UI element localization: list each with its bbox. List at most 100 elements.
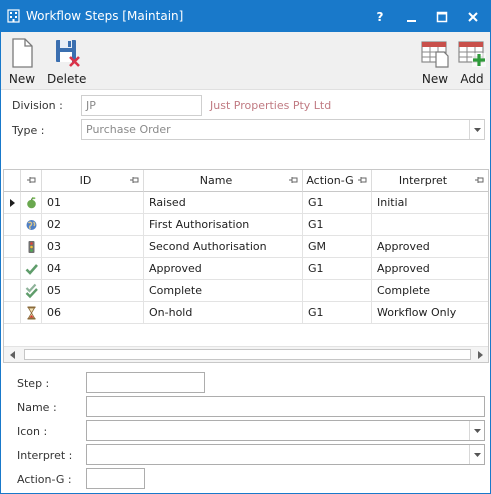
new-step-button[interactable]: New bbox=[420, 36, 450, 86]
pin-icon bbox=[289, 177, 298, 183]
row-indicator-cell bbox=[4, 302, 21, 324]
traffic-light-icon bbox=[28, 241, 35, 253]
name-label: Name : bbox=[17, 401, 57, 414]
cell-name: Second Authorisation bbox=[144, 236, 303, 258]
cell-id: 04 bbox=[42, 258, 144, 280]
table-row[interactable]: 06 On-hold G1 Workflow Only bbox=[4, 302, 488, 324]
action-g-label: Action-G : bbox=[17, 473, 72, 486]
delete-label: Delete bbox=[47, 72, 87, 86]
column-header-action-g[interactable]: Action-G bbox=[303, 170, 372, 192]
cell-id: 03 bbox=[42, 236, 144, 258]
row-indicator-cell bbox=[4, 236, 21, 258]
row-indicator-cell bbox=[4, 258, 21, 280]
type-dropdown-button[interactable] bbox=[469, 120, 484, 139]
cell-interpret: Workflow Only bbox=[372, 302, 488, 324]
chevron-down-icon bbox=[473, 452, 481, 457]
current-row-arrow-icon bbox=[10, 199, 15, 207]
check-icon bbox=[25, 264, 38, 275]
help-button[interactable]: ? bbox=[365, 1, 395, 32]
workflow-steps-window: Workflow Steps [Maintain] ? New Delete N… bbox=[0, 0, 491, 494]
table-row[interactable]: 05 Complete Complete bbox=[4, 280, 488, 302]
help-label: ? bbox=[376, 9, 384, 24]
interpret-label: Interpret : bbox=[17, 449, 73, 462]
step-field[interactable] bbox=[86, 372, 205, 393]
row-icon-cell bbox=[21, 236, 42, 258]
type-select[interactable]: Purchase Order bbox=[81, 119, 485, 140]
column-header-action-g-label: Action-G bbox=[306, 174, 354, 187]
scroll-thumb[interactable] bbox=[24, 349, 471, 360]
cell-id: 02 bbox=[42, 214, 144, 236]
building-icon bbox=[7, 9, 20, 23]
row-indicator-cell bbox=[4, 280, 21, 302]
cell-name: First Authorisation bbox=[144, 214, 303, 236]
scroll-right-button[interactable] bbox=[472, 347, 488, 362]
type-label: Type : bbox=[12, 124, 45, 137]
cell-action-g: G1 bbox=[303, 192, 372, 214]
column-header-interpret-label: Interpret bbox=[398, 174, 448, 187]
horizontal-scrollbar[interactable] bbox=[4, 346, 488, 362]
column-header-interpret[interactable]: Interpret bbox=[372, 170, 488, 192]
action-g-field[interactable] bbox=[86, 468, 145, 489]
chevron-right-icon bbox=[477, 350, 483, 359]
minimize-icon bbox=[407, 19, 416, 22]
maximize-icon bbox=[436, 11, 448, 22]
new-button[interactable]: New bbox=[7, 36, 37, 86]
name-field[interactable] bbox=[86, 396, 485, 417]
column-header-id-label: ID bbox=[79, 174, 92, 187]
table-row[interactable]: 03 Second Authorisation GM Approved bbox=[4, 236, 488, 258]
minimize-button[interactable] bbox=[397, 1, 427, 32]
cell-name: Approved bbox=[144, 258, 303, 280]
double-check-icon bbox=[25, 283, 38, 299]
hourglass-icon bbox=[27, 306, 36, 320]
icon-label: Icon : bbox=[17, 425, 48, 438]
close-icon bbox=[468, 11, 478, 22]
row-indicator-header bbox=[4, 170, 21, 192]
toolbar: New Delete New Add bbox=[1, 32, 490, 90]
cell-name: Complete bbox=[144, 280, 303, 302]
column-header-id[interactable]: ID bbox=[42, 170, 144, 192]
chevron-down-icon bbox=[473, 127, 481, 132]
scroll-left-button[interactable] bbox=[4, 347, 20, 362]
cell-action-g bbox=[303, 280, 372, 302]
division-label: Division : bbox=[12, 99, 63, 112]
cell-interpret: Complete bbox=[372, 280, 488, 302]
window-title: Workflow Steps [Maintain] bbox=[26, 9, 184, 23]
delete-button[interactable]: Delete bbox=[47, 36, 86, 86]
row-indicator-cell bbox=[4, 192, 21, 214]
title-bar: Workflow Steps [Maintain] ? bbox=[1, 1, 490, 32]
cell-interpret: Initial bbox=[372, 192, 488, 214]
cell-action-g: G1 bbox=[303, 214, 372, 236]
icon-select[interactable] bbox=[86, 420, 485, 441]
column-header-name[interactable]: Name bbox=[144, 170, 303, 192]
table-row[interactable]: 04 Approved G1 Approved bbox=[4, 258, 488, 280]
table-row[interactable]: 02 First Authorisation G1 bbox=[4, 214, 488, 236]
cell-action-g: G1 bbox=[303, 258, 372, 280]
type-value: Purchase Order bbox=[86, 123, 171, 136]
interpret-dropdown-button[interactable] bbox=[469, 445, 484, 464]
row-icon-cell bbox=[21, 258, 42, 280]
interpret-select[interactable] bbox=[86, 444, 485, 465]
row-indicator-cell bbox=[4, 214, 21, 236]
new-label: New bbox=[8, 72, 36, 86]
icon-dropdown-button[interactable] bbox=[469, 421, 484, 440]
division-value: JP bbox=[86, 99, 96, 112]
pin-icon bbox=[358, 177, 367, 183]
new-document-icon bbox=[12, 38, 33, 68]
table-row[interactable]: 01 Raised G1 Initial bbox=[4, 192, 488, 214]
step-label: Step : bbox=[17, 377, 50, 390]
chevron-left-icon bbox=[9, 350, 15, 359]
table-new-icon bbox=[421, 41, 449, 68]
cell-name: On-hold bbox=[144, 302, 303, 324]
close-button[interactable] bbox=[458, 1, 488, 32]
cell-interpret: Approved bbox=[372, 236, 488, 258]
floppy-delete-icon bbox=[55, 40, 80, 67]
cell-interpret: Approved bbox=[372, 258, 488, 280]
new-step-label: New bbox=[421, 72, 449, 86]
icon-column-header[interactable] bbox=[21, 170, 42, 192]
globe-icon bbox=[26, 220, 37, 230]
row-icon-cell bbox=[21, 214, 42, 236]
division-field[interactable]: JP bbox=[81, 95, 202, 116]
maximize-button[interactable] bbox=[427, 1, 457, 32]
chevron-down-icon bbox=[473, 428, 481, 433]
add-button[interactable]: Add bbox=[457, 36, 487, 86]
